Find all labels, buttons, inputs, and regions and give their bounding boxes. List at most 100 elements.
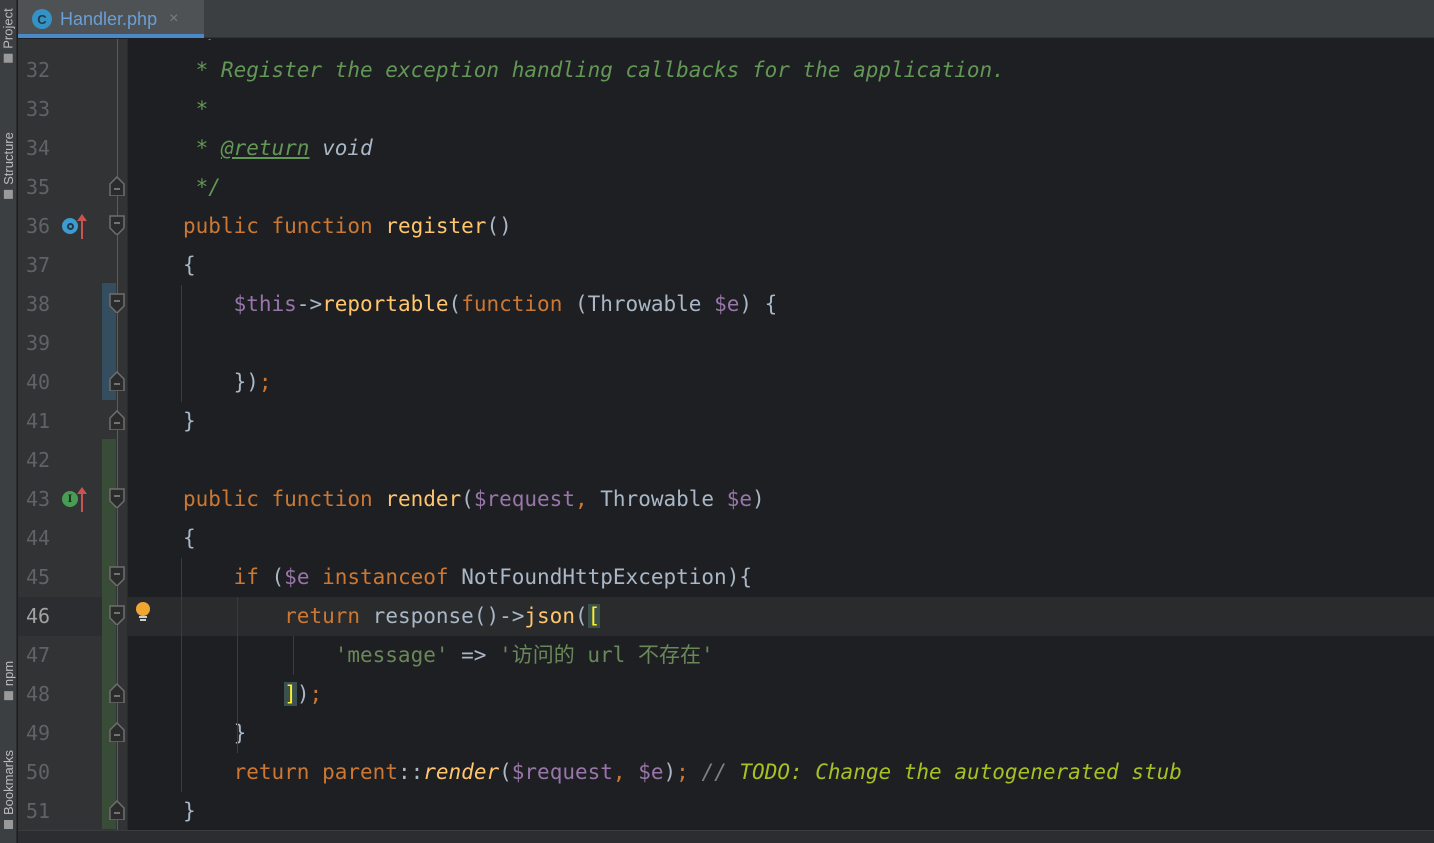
code-token: render	[423, 760, 500, 784]
code-token: NotFoundHttpException){	[461, 565, 752, 589]
code-text: {	[183, 519, 196, 558]
line-number[interactable]: 39	[26, 324, 66, 363]
intention-bulb-icon[interactable]	[135, 601, 151, 625]
fold-start-marker[interactable]	[108, 566, 126, 586]
code-line[interactable]: if ($e instanceof NotFoundHttpException)…	[128, 558, 1434, 597]
fold-start-marker[interactable]	[108, 215, 126, 235]
code-token: return parent	[233, 760, 398, 784]
code-line[interactable]: ]);	[128, 675, 1434, 714]
fold-start-marker[interactable]	[108, 605, 126, 625]
editor-gutter[interactable]: 32 33 34 35 36 37 38 39 40 41 42 43 44 45 46 47 48 49 50 51…	[18, 39, 127, 830]
code-line[interactable]: return response()->json([	[128, 597, 1434, 636]
code-line[interactable]: return parent::render($request, $e); // …	[128, 753, 1434, 792]
code-text: }	[183, 402, 196, 441]
line-number[interactable]: 35	[26, 168, 66, 207]
fold-end-marker[interactable]	[108, 176, 126, 196]
code-line[interactable]: public function render($request, Throwab…	[128, 480, 1434, 519]
line-number[interactable]: 37	[26, 246, 66, 285]
indent-guide	[181, 558, 182, 792]
code-text: * Register the exception handling callba…	[183, 51, 1005, 90]
code-token: (	[271, 565, 285, 589]
line-number[interactable]: 36	[26, 207, 66, 246]
code-token: $e	[726, 487, 752, 511]
code-token: '访问的 url 不存在'	[499, 643, 714, 667]
code-text: });	[183, 363, 272, 402]
fold-start-marker[interactable]	[108, 488, 126, 508]
code-token: @return	[220, 136, 310, 160]
npm-icon	[4, 690, 14, 700]
line-number[interactable]: 49	[26, 714, 66, 753]
line-number[interactable]: 38	[26, 285, 66, 324]
line-number[interactable]: 34	[26, 129, 66, 168]
code-token: {	[183, 253, 196, 277]
line-number[interactable]: 43	[26, 480, 66, 519]
matched-bracket: ]	[284, 682, 297, 706]
line-number[interactable]: 51	[26, 792, 66, 831]
code-token: ;	[309, 682, 323, 706]
tab-handler-php[interactable]: C Handler.php ×	[18, 0, 204, 38]
code-line[interactable]: {	[128, 246, 1434, 285]
line-number[interactable]: 40	[26, 363, 66, 402]
line-number[interactable]: 33	[26, 90, 66, 129]
code-token: $e	[638, 760, 664, 784]
code-line[interactable]: *	[128, 90, 1434, 129]
code-token: ::	[397, 760, 424, 784]
code-token: =>	[448, 643, 500, 667]
tool-window-bookmarks[interactable]: Bookmarks	[0, 735, 17, 843]
line-number[interactable]: 46	[26, 597, 66, 636]
matched-bracket: [	[587, 604, 601, 628]
fold-end-marker[interactable]	[108, 683, 126, 703]
tool-window-structure[interactable]: Structure	[0, 110, 17, 220]
code-line[interactable]: $this->reportable(function (Throwable $e…	[128, 285, 1434, 324]
horizontal-scrollbar[interactable]	[18, 830, 1434, 843]
code-line[interactable]: }	[128, 402, 1434, 441]
code-token: )	[752, 487, 765, 511]
line-number[interactable]: 32	[26, 51, 66, 90]
line-number[interactable]: 47	[26, 636, 66, 675]
line-number[interactable]: 45	[26, 558, 66, 597]
code-line[interactable]: });	[128, 363, 1434, 402]
fold-end-marker[interactable]	[108, 800, 126, 820]
code-token: instanceof	[322, 565, 462, 589]
code-line[interactable]: {	[128, 519, 1434, 558]
tab-title: Handler.php	[60, 8, 158, 29]
code-token: {	[183, 526, 196, 550]
tool-window-project[interactable]: Project	[0, 0, 17, 70]
code-line[interactable]: }	[128, 792, 1434, 830]
code-line[interactable]: }	[128, 714, 1434, 753]
fold-end-marker[interactable]	[108, 722, 126, 742]
line-number[interactable]: 50	[26, 753, 66, 792]
code-line[interactable]: */	[128, 168, 1434, 207]
code-line[interactable]: public function register()	[128, 207, 1434, 246]
code-line[interactable]	[128, 441, 1434, 480]
code-text: ]);	[183, 675, 322, 714]
fold-start-marker[interactable]	[108, 293, 126, 313]
line-number[interactable]: 42	[26, 441, 66, 480]
override-up-arrow-icon[interactable]	[76, 213, 88, 239]
code-line[interactable]	[128, 324, 1434, 363]
close-icon[interactable]: ×	[169, 10, 178, 28]
code-token: response()->	[372, 604, 525, 628]
code-line[interactable]: */	[128, 39, 1434, 51]
code-token: if	[233, 565, 272, 589]
code-token: }	[183, 409, 196, 433]
line-number[interactable]: 41	[26, 402, 66, 441]
indent-guide	[181, 285, 182, 402]
code-line[interactable]: * @return void	[128, 129, 1434, 168]
line-number[interactable]: 48	[26, 675, 66, 714]
override-up-arrow-icon[interactable]	[76, 486, 88, 512]
fold-end-marker[interactable]	[108, 371, 126, 391]
code-line[interactable]: 'message' => '访问的 url 不存在'	[128, 636, 1434, 675]
code-token: public function	[183, 487, 386, 511]
line-number[interactable]: 44	[26, 519, 66, 558]
code-token: ) {	[739, 292, 778, 316]
code-text: * @return void	[183, 129, 373, 168]
code-editor[interactable]: * Register the exception handling callba…	[128, 39, 1434, 830]
code-text: }	[183, 792, 196, 830]
fold-end-marker[interactable]	[108, 410, 126, 430]
code-line[interactable]: * Register the exception handling callba…	[128, 51, 1434, 90]
tool-window-npm[interactable]: npm	[0, 640, 17, 720]
